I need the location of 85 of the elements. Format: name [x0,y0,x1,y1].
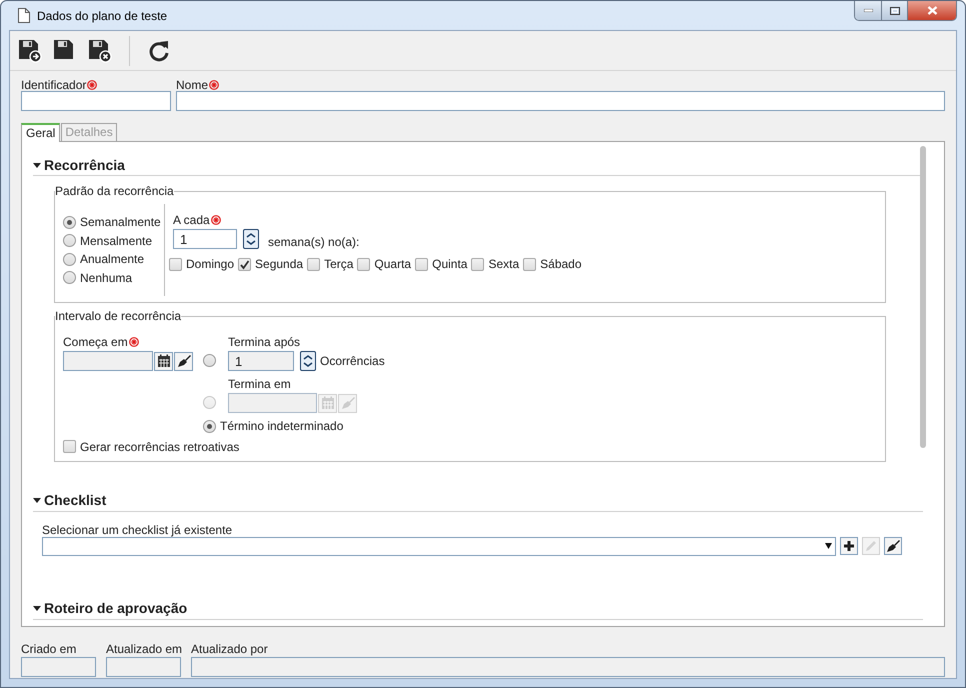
caret-icon [33,496,41,504]
checkbox[interactable] [63,440,76,453]
radio-label: Mensalmente [80,234,152,248]
field-label: Termina em [228,378,291,390]
clear-button[interactable] [174,352,193,370]
collapse-toggle[interactable] [33,496,44,504]
collapse-toggle[interactable] [33,160,44,168]
checkbox[interactable] [471,258,484,270]
date-field[interactable] [63,351,153,371]
brush-icon [886,539,900,553]
checkbox[interactable] [238,258,252,270]
dropdown-caret-icon [825,543,832,549]
checkbox-label: Gerar recorrências retroativas [80,440,240,454]
radio-button[interactable] [63,234,76,248]
maximize-button[interactable] [882,1,908,20]
checkbox[interactable] [169,258,182,270]
field-label: Começa em [63,335,128,349]
section-title: Recorrência [44,156,125,172]
group-title: Intervalo de recorrência [55,309,182,323]
calendar-icon [156,354,170,368]
checkbox-label: Terça [324,257,354,271]
collapse-toggle[interactable] [33,604,44,612]
minimize-icon [864,9,872,12]
up-down-arrows-icon [244,230,258,248]
field-label: Atualizado por [191,641,269,657]
radio-label: Término indeterminado [220,419,344,434]
checkbox-label: Quarta [374,257,412,271]
plus-icon [844,541,854,551]
document-icon [18,8,30,23]
radio-button[interactable] [63,271,76,284]
radio-button[interactable] [203,420,216,433]
number-field[interactable]: 1 [228,351,294,371]
field-label: Identificador [21,78,86,92]
group-title: Padrão da recorrência [55,184,174,198]
refresh-icon [147,38,171,62]
radio-label: Anualmente [80,252,144,266]
field-label: Selecionar um checklist já existente [42,522,234,536]
unit-label: semana(s) no(a): [268,235,360,249]
brush-icon [176,354,190,368]
pencil-icon [865,540,877,552]
minimize-button[interactable] [855,1,882,20]
checkbox[interactable] [415,258,428,270]
window-title: Dados do plano de teste [37,8,168,22]
field-label: Termina após [228,336,300,348]
checkbox-label: Sexta [488,257,520,271]
caret-icon [33,604,41,612]
radio-button[interactable] [63,252,76,266]
checkbox[interactable] [523,258,536,270]
clear-button[interactable] [884,537,902,555]
input-field[interactable] [176,91,945,111]
radio-button[interactable] [63,216,76,229]
radio-label: Semanalmente [80,215,161,230]
field-label: Atualizado em [106,641,181,657]
tab[interactable]: Geral [21,123,60,142]
spinner-button[interactable] [243,229,259,249]
spinner-button[interactable] [300,351,316,371]
scrollbar-thumb[interactable] [920,146,926,448]
checkbox[interactable] [307,258,320,270]
radio-button[interactable] [203,354,216,367]
up-down-arrows-icon [301,352,315,370]
unit-label: Ocorrências [320,354,385,368]
dropdown-field[interactable] [42,536,836,556]
close-icon [926,6,938,15]
caret-icon [33,160,41,168]
add-button[interactable] [840,537,858,555]
save-close-icon [88,38,112,62]
input-field[interactable] [21,91,171,111]
field-label: A cada [173,213,210,227]
calendar-button[interactable] [154,352,173,370]
field-label: Nome [176,78,208,92]
section-title: Checklist [44,492,106,508]
checkbox-label: Domingo [186,257,234,271]
radio-label: Nenhuma [80,270,132,285]
number-field[interactable]: 1 [173,229,237,249]
checkbox-label: Segunda [255,257,304,271]
close-button[interactable] [908,1,956,20]
section-title: Roteiro de aprovação [44,600,188,616]
brush-icon [340,396,354,410]
checkbox[interactable] [357,258,370,270]
calendar-icon [320,396,334,410]
checkbox-label: Sábado [540,257,582,271]
field-label: Criado em [21,641,78,657]
checkbox-label: Quinta [432,257,468,271]
save-new-icon [18,38,42,62]
maximize-icon [890,6,900,14]
